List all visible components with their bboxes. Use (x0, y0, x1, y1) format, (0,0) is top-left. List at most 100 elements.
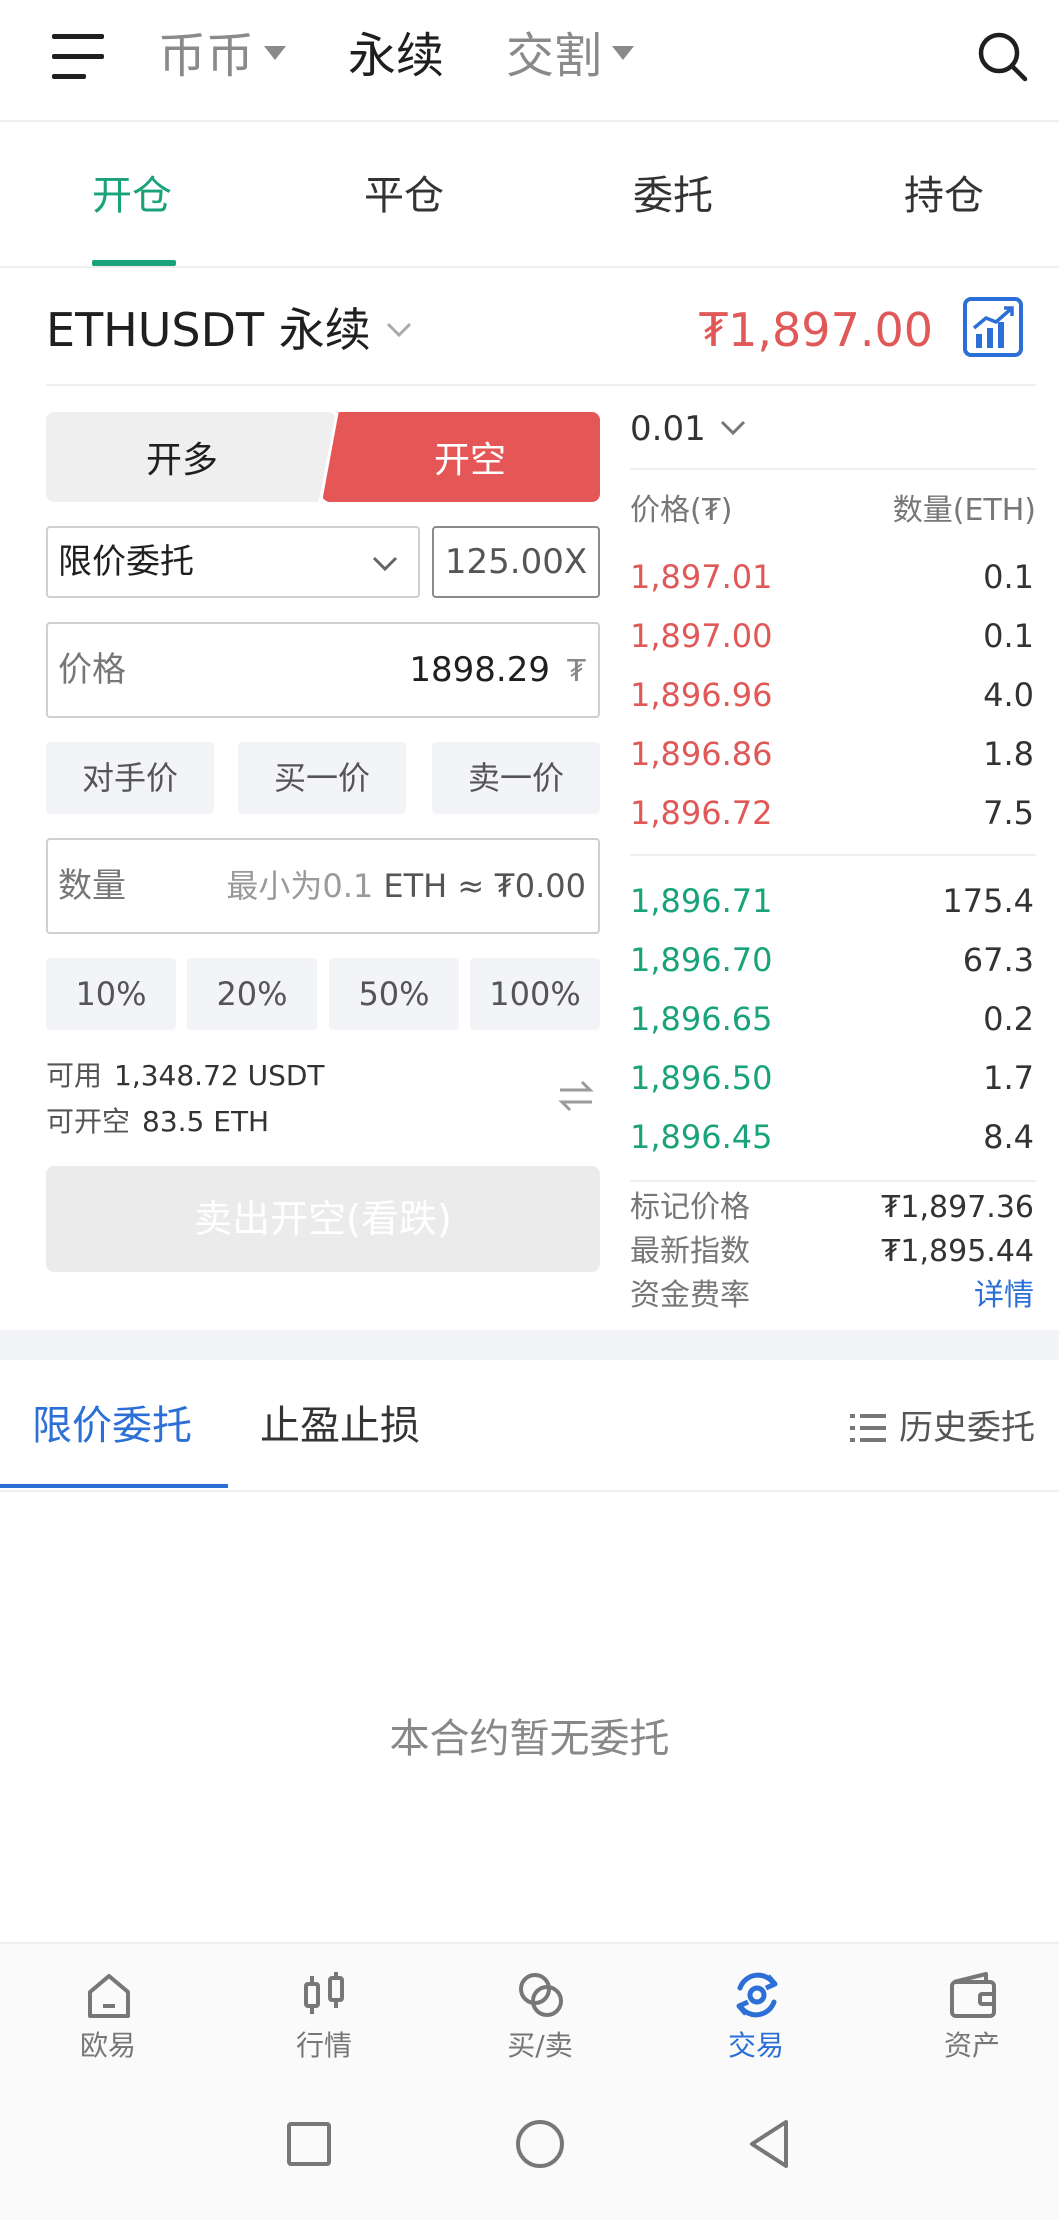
ask-qty: 7.5 (983, 794, 1034, 832)
funding-details-link[interactable]: 详情 (974, 1274, 1034, 1318)
order-type-select[interactable]: 限价委托 (46, 526, 420, 598)
ask-price: 1,896.86 (630, 735, 773, 773)
system-nav-bar (0, 2072, 1059, 2220)
chart-icon[interactable] (962, 296, 1024, 358)
trade-tabs: 开仓 平仓 委托 持仓 (0, 124, 1059, 268)
best-bid-button[interactable]: 买一价 (238, 742, 406, 814)
index-price-value: ₮1,895.44 (881, 1234, 1034, 1269)
available-value: 1,348.72 USDT (114, 1059, 325, 1092)
nav-spot-label: 币币 (158, 28, 255, 84)
ask-price: 1,896.96 (630, 676, 773, 714)
quantity-min-hint: 最小为0.1 (226, 867, 374, 905)
tab-orders[interactable]: 委托 (633, 168, 713, 224)
active-tab-underline (0, 1484, 228, 1488)
bottom-nav-home-label: 欧易 (79, 2029, 136, 2062)
percent-50-button[interactable]: 50% (329, 958, 459, 1030)
funding-rate: 资金费率 详情 (630, 1274, 1036, 1318)
hamburger-menu-icon[interactable] (52, 34, 104, 79)
tab-tp-sl[interactable]: 止盈止损 (260, 1398, 420, 1454)
tab-close[interactable]: 平仓 (364, 168, 444, 224)
open-long-button[interactable]: 开多 (46, 412, 336, 502)
orderbook-qty-header: 数量(ETH) (892, 493, 1036, 528)
bottom-nav: 欧易 行情 买/卖 交易 资产 (0, 1942, 1059, 2072)
wallet-icon (950, 1972, 996, 2018)
chevron-down-icon[interactable] (384, 314, 414, 344)
leverage-button[interactable]: 125.00X (432, 526, 600, 598)
nav-perpetual[interactable]: 永续 (348, 22, 444, 90)
chevron-down-icon[interactable] (718, 412, 748, 442)
nav-spot[interactable]: 币币 (158, 22, 287, 90)
order-history-link[interactable]: 历史委托 (899, 1402, 1035, 1454)
openable-amount: 可开空 83.5 ETH (46, 1102, 269, 1142)
index-price-label: 最新指数 (630, 1234, 750, 1269)
percent-10-button[interactable]: 10% (46, 958, 176, 1030)
bottom-nav-buy-sell[interactable]: 买/卖 (470, 1946, 610, 2072)
transfer-icon[interactable] (556, 1076, 596, 1116)
list-icon[interactable] (848, 1408, 888, 1448)
bid-qty: 175.4 (942, 882, 1034, 920)
last-price: ₮1,897.00 (698, 303, 933, 357)
instrument-name[interactable]: ETHUSDT 永续 (46, 300, 371, 360)
divider (46, 384, 1036, 386)
ask-qty: 4.0 (983, 676, 1034, 714)
percent-20-button[interactable]: 20% (187, 958, 317, 1030)
open-short-button[interactable]: 开空 (322, 412, 600, 502)
ask-qty: 1.8 (983, 735, 1034, 773)
bid-price: 1,896.70 (630, 941, 773, 979)
ask-row[interactable]: 1,896.72 7.5 (630, 788, 1036, 838)
bottom-nav-assets[interactable]: 资产 (902, 1946, 1042, 2072)
ask-price: 1,897.00 (630, 617, 773, 655)
ask-row[interactable]: 1,897.01 0.1 (630, 552, 1036, 602)
bottom-nav-trade[interactable]: 交易 (686, 1946, 826, 2072)
bottom-nav-markets[interactable]: 行情 (254, 1946, 394, 2072)
divider (630, 1180, 1036, 1182)
bid-row[interactable]: 1,896.71 175.4 (630, 876, 1036, 926)
mark-price-label: 标记价格 (630, 1190, 750, 1225)
order-type-label: 限价委托 (58, 542, 194, 582)
bid-row[interactable]: 1,896.50 1.7 (630, 1053, 1036, 1103)
side-toggle: 开多 开空 (46, 412, 600, 502)
bid-price: 1,896.71 (630, 882, 773, 920)
trade-icon (736, 1972, 778, 2018)
nav-perpetual-label: 永续 (348, 28, 445, 84)
price-input-value: 1898.29 (409, 650, 550, 690)
home-button-icon[interactable] (512, 2116, 568, 2172)
search-icon[interactable] (976, 30, 1028, 82)
bid-row[interactable]: 1,896.70 67.3 (630, 935, 1036, 985)
quantity-input[interactable]: 数量 最小为0.1 ETH ≈ ₮0.00 (46, 838, 600, 934)
best-ask-button[interactable]: 卖一价 (432, 742, 600, 814)
candlestick-icon (304, 1972, 344, 2014)
counterparty-price-button[interactable]: 对手价 (46, 742, 214, 814)
ask-row[interactable]: 1,897.00 0.1 (630, 611, 1036, 661)
nav-delivery-label: 交割 (506, 28, 603, 84)
bottom-nav-trade-label: 交易 (727, 2029, 784, 2062)
bid-row[interactable]: 1,896.65 0.2 (630, 994, 1036, 1044)
active-tab-underline (92, 260, 176, 266)
recent-apps-icon[interactable] (281, 2116, 337, 2172)
quantity-estimate: ETH ≈ ₮0.00 (383, 867, 586, 905)
tick-size-select[interactable]: 0.01 (630, 406, 706, 452)
nav-delivery[interactable]: 交割 (506, 22, 635, 90)
percent-100-button[interactable]: 100% (470, 958, 600, 1030)
coins-icon (519, 1973, 563, 2017)
caret-down-icon (264, 46, 287, 60)
tab-open[interactable]: 开仓 (92, 168, 172, 224)
quantity-placeholder: 最小为0.1 ETH ≈ ₮0.00 (226, 860, 586, 912)
section-divider (0, 1330, 1059, 1360)
price-input[interactable]: 价格 1898.29 ₮ (46, 622, 600, 718)
price-input-label: 价格 (58, 650, 126, 690)
bottom-nav-home[interactable]: 欧易 (38, 1946, 178, 2072)
bid-row[interactable]: 1,896.45 8.4 (630, 1112, 1036, 1162)
bid-price: 1,896.65 (630, 1000, 773, 1038)
ask-row[interactable]: 1,896.86 1.8 (630, 729, 1036, 779)
ask-qty: 0.1 (983, 617, 1034, 655)
back-button-icon[interactable] (742, 2116, 798, 2172)
bid-price: 1,896.50 (630, 1059, 773, 1097)
tab-limit-orders[interactable]: 限价委托 (32, 1398, 192, 1454)
submit-order-button[interactable]: 卖出开空(看跌) (46, 1166, 600, 1272)
bid-qty: 1.7 (983, 1059, 1034, 1097)
ask-price: 1,897.01 (630, 558, 773, 596)
tab-positions[interactable]: 持仓 (904, 168, 984, 224)
ask-row[interactable]: 1,896.96 4.0 (630, 670, 1036, 720)
funding-rate-label: 资金费率 (630, 1278, 750, 1313)
